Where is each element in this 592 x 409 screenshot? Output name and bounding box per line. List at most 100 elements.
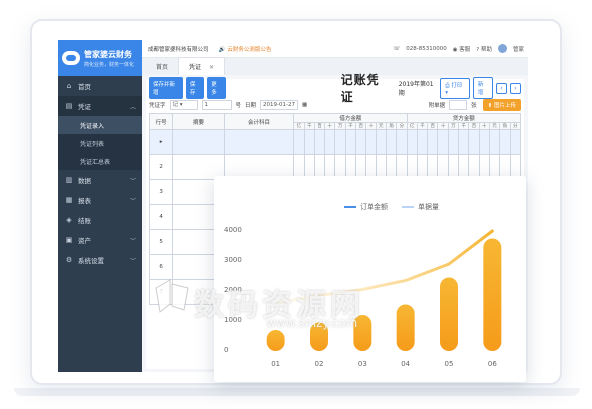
bar-04[interactable] (396, 304, 415, 352)
amount-cell[interactable] (458, 129, 470, 155)
sidebar-item-report[interactable]: ▦ 报表 ﹀ (58, 190, 142, 210)
tab-home[interactable]: 首页 (146, 58, 178, 75)
user-name[interactable]: 管家 (513, 45, 524, 53)
amount-cell[interactable] (468, 129, 480, 155)
service-button[interactable]: ◉ 客服 (453, 45, 471, 53)
sidebar-item-home[interactable]: ⌂ 首页 (58, 76, 142, 96)
notice-link[interactable]: 🔊 云财务公测版公告 (219, 45, 272, 53)
page-title: 记账凭证 (340, 73, 380, 104)
amount-cell[interactable] (313, 129, 326, 155)
upload-image-button[interactable]: ⬆ 图片上传 (482, 99, 521, 111)
amount-cell[interactable] (478, 129, 490, 155)
digit-header: 万 (334, 122, 346, 130)
amount-cell[interactable] (385, 129, 398, 155)
prev-button[interactable]: ‹ (495, 82, 507, 94)
series-line[interactable] (274, 229, 494, 305)
company-name: 成都管家婆科技有限公司 (148, 46, 209, 53)
summary-cell[interactable] (172, 129, 225, 155)
sidebar-item-label: 结账 (78, 217, 91, 225)
data-icon: ▥ (65, 176, 73, 184)
phone-number: 028-85310000 (406, 45, 447, 52)
bar-02[interactable] (310, 322, 328, 352)
amount-cell[interactable] (406, 129, 418, 155)
voucher-word-select[interactable]: 记 ▾ (169, 100, 198, 110)
new-button[interactable]: 新增 (472, 77, 493, 99)
sidebar-subitem-voucher-summary[interactable]: 凭证汇总表 (58, 152, 142, 170)
amount-cell[interactable] (437, 129, 449, 155)
col-account: 会计科目 (223, 113, 295, 130)
close-icon[interactable]: ✕ (209, 64, 214, 71)
amount-cell[interactable] (324, 129, 336, 155)
amount-cell[interactable] (427, 129, 439, 155)
amount-cell[interactable] (396, 129, 408, 155)
attachment-unit: 张 (471, 103, 477, 109)
amount-cell[interactable] (375, 129, 387, 155)
account-cell[interactable] (223, 129, 295, 155)
sidebar-subitem-voucher-entry[interactable]: 凭证录入 (58, 116, 142, 134)
amount-cell[interactable] (509, 129, 521, 155)
bar-01[interactable] (266, 330, 285, 351)
attachment-count-input[interactable] (449, 100, 468, 110)
brand[interactable]: 管家婆云财务 简化业务，财务一体化 (58, 40, 142, 76)
calendar-icon[interactable]: ▦ (302, 102, 307, 108)
save-button[interactable]: 保存 (185, 77, 205, 99)
more-button[interactable]: 更多 (207, 77, 226, 99)
home-icon: ⌂ (66, 82, 72, 90)
amount-cell[interactable] (488, 129, 501, 155)
amount-cell[interactable] (293, 129, 305, 155)
notice-text: 云财务公测版公告 (227, 46, 272, 53)
row-number: 7 (148, 279, 174, 305)
upload-label: 图片上传 (493, 103, 516, 109)
settings-icon: ⚙ (65, 256, 73, 264)
chart-card: 订单金额 单据量 4000 3000 2000 1000 0 01 02 03 04 05 06 (214, 176, 526, 382)
tab-voucher[interactable]: 凭证 ✕ (178, 57, 226, 75)
amount-cell[interactable] (416, 129, 429, 155)
avatar[interactable] (497, 44, 507, 53)
number-unit: 号 (235, 103, 242, 109)
amount-cell[interactable] (303, 129, 315, 155)
amount-cell[interactable] (365, 129, 377, 155)
col-summary: 摘要 (172, 113, 225, 130)
voucher-word-value: 记 (172, 102, 179, 108)
next-button[interactable]: › (509, 82, 522, 94)
cloud-logo-icon (62, 51, 80, 65)
amount-cell[interactable] (344, 129, 357, 155)
amount-cell[interactable] (355, 129, 367, 155)
digit-header: 角 (499, 122, 511, 130)
sidebar-item-asset[interactable]: ▣ 资产 ﹀ (58, 230, 142, 250)
sidebar-item-close-account[interactable]: ◈ 结账 (58, 210, 142, 230)
amount-cell[interactable] (499, 129, 511, 155)
x-tick-label: 05 (444, 360, 454, 368)
table-row[interactable]: ▸ (148, 129, 521, 155)
digit-header: 元 (375, 122, 387, 130)
digit-header: 角 (385, 122, 398, 130)
y-tick-label: 4000 (224, 226, 242, 234)
x-tick-label: 03 (357, 360, 367, 368)
voucher-word-label: 凭证字 (149, 103, 166, 109)
row-number: 5 (148, 229, 174, 255)
chevron-down-icon: ﹀ (129, 178, 136, 185)
sidebar-item-voucher[interactable]: ▤ 凭证 ︿ (58, 96, 142, 116)
amount-cell[interactable] (447, 129, 460, 155)
chevron-down-icon: ﹀ (129, 198, 136, 205)
print-button[interactable]: ⎙ 打印 ▾ (440, 77, 470, 99)
help-button[interactable]: ? 帮助 (476, 45, 492, 53)
chevron-down-icon: ﹀ (129, 238, 136, 245)
y-tick-label: 3000 (224, 256, 242, 264)
col-row-no: 行号 (148, 113, 174, 130)
bar-03[interactable] (353, 315, 372, 351)
sidebar-item-settings[interactable]: ⚙ 系统设置 ﹀ (58, 250, 142, 270)
brand-name: 管家婆云财务 (84, 49, 132, 59)
sidebar-item-data[interactable]: ▥ 数据 ﹀ (58, 170, 142, 190)
amount-cell[interactable] (334, 129, 346, 155)
x-tick-label: 02 (314, 360, 324, 368)
bar-06[interactable] (483, 238, 502, 352)
y-tick-label: 1000 (224, 316, 242, 324)
bar-05[interactable] (440, 277, 458, 352)
sidebar-subitem-voucher-list[interactable]: 凭证列表 (58, 134, 142, 152)
row-number: 4 (148, 204, 174, 230)
digit-header: 百 (313, 122, 326, 130)
voucher-number-stepper[interactable]: 1 (201, 100, 232, 110)
save-new-button[interactable]: 保存并新增 (149, 77, 183, 99)
date-field[interactable]: 2019-01-27 (260, 100, 299, 110)
